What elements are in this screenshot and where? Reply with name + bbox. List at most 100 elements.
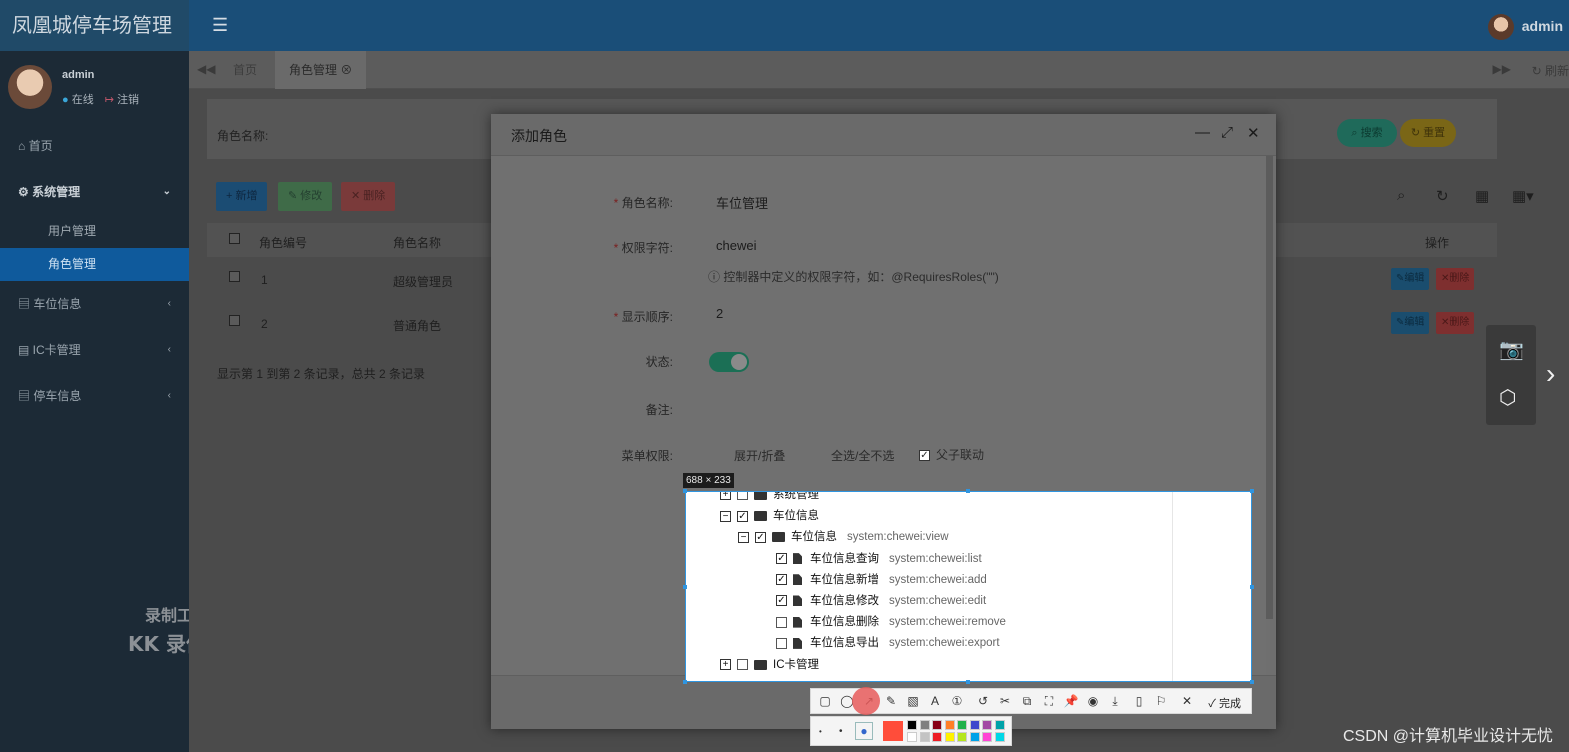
tree-checkbox[interactable]: ✓ [776,595,787,607]
sidebar-item-ic-cards[interactable]: ▤ IC卡管理 ‹ [0,327,189,373]
selection-handle[interactable] [1250,585,1254,589]
columns-icon[interactable]: ▦ [1475,187,1489,205]
menu-permission-tree[interactable]: + 系统管理 − ✓ 车位信息 − ✓ 车位信息 system:chewei:view ✓ 车位信息… [685,491,1252,682]
current-color-swatch[interactable] [883,721,903,741]
tree-node[interactable]: ✓ 车位信息新增 system:chewei:add [776,570,987,590]
linkage-option[interactable]: ✓ 父子联动 [919,446,984,463]
lens-icon[interactable]: ⬡ [1499,385,1516,410]
tree-checkbox[interactable]: ✓ [737,510,748,522]
tree-node[interactable]: − ✓ 车位信息 system:chewei:view [738,527,949,547]
linkage-checkbox[interactable]: ✓ [919,450,930,462]
dialog-scrollbar[interactable] [1266,156,1273,619]
record-icon[interactable]: ◉ [1085,694,1101,708]
camera-icon[interactable]: 📷 [1499,337,1524,362]
select-all-toggle[interactable]: 全选/全不选 [831,447,894,464]
tree-node[interactable]: 车位信息导出 system:chewei:export [776,633,1000,653]
color-swatch[interactable] [969,732,980,742]
menu-toggle-icon[interactable]: ☰ [212,15,228,36]
edit-button[interactable]: ✎ 修改 [278,182,333,211]
selection-handle[interactable] [683,585,687,589]
selection-handle[interactable] [683,489,687,493]
tree-checkbox[interactable] [737,492,748,501]
role-name-input[interactable]: 车位管理 [716,193,768,212]
tree-checkbox[interactable] [776,637,787,649]
reset-button[interactable]: ↻ 重置 [1400,119,1456,147]
sidebar-item-system[interactable]: ⚙ 系统管理 ⌄ [0,169,189,215]
tree-checkbox[interactable] [776,616,787,628]
color-swatch[interactable] [944,732,955,742]
collapse-icon[interactable]: − [738,531,749,543]
tree-node[interactable]: + IC卡管理 [720,655,819,675]
cut-icon[interactable]: ✂ [997,694,1013,708]
search-toggle-icon[interactable]: ⌕ [1397,187,1405,204]
mosaic-tool-icon[interactable]: ▧ [905,694,921,708]
tree-checkbox[interactable]: ✓ [776,574,787,586]
size-large-icon[interactable]: ● [855,722,873,740]
expand-collapse-toggle[interactable]: 展开/折叠 [734,447,785,464]
color-swatch[interactable] [919,732,930,742]
text-tool-icon[interactable]: A [927,694,943,708]
color-swatch[interactable] [957,732,967,742]
maximize-icon[interactable]: ⤢ [1221,124,1233,141]
download-icon[interactable]: ⤓ [1107,694,1123,709]
tree-node[interactable]: − ✓ 车位信息 [720,506,819,526]
pen-tool-icon[interactable]: ✎ [883,694,899,708]
search-button[interactable]: ⌕ 搜索 [1337,119,1397,147]
phone-icon[interactable]: ▯ [1131,694,1147,708]
color-swatch[interactable] [982,732,992,742]
number-tool-icon[interactable]: ① [949,694,965,708]
tree-node[interactable]: ✓ 车位信息修改 system:chewei:edit [776,591,986,611]
grid-menu-icon[interactable]: ▦▾ [1512,187,1534,205]
sidebar-item-home[interactable]: ⌂ 首页 [0,123,189,169]
pin-icon[interactable]: 📌 [1063,694,1079,708]
color-swatch[interactable] [994,732,1005,742]
chevron-right-icon[interactable]: › [1546,358,1555,390]
tree-checkbox[interactable]: ✓ [776,553,787,565]
expand-icon[interactable]: + [720,659,731,671]
add-button[interactable]: + 新增 [216,182,268,211]
tree-node[interactable]: ✓ 车位信息查询 system:chewei:list [776,549,982,569]
close-icon[interactable]: ✕ [1247,124,1260,142]
selection-handle[interactable] [966,489,970,493]
user-menu[interactable]: admin [1487,12,1569,41]
color-swatch[interactable] [919,720,930,730]
tree-checkbox[interactable] [737,659,748,671]
color-swatch[interactable] [932,732,942,742]
minimize-icon[interactable]: — [1195,124,1210,141]
collapse-icon[interactable]: − [720,510,731,522]
row-delete-button[interactable]: ✕删除 [1436,268,1475,290]
sidebar-item-users[interactable]: 用户管理 [0,215,189,248]
undo-icon[interactable]: ↺ [975,694,991,708]
sidebar-item-parking-records[interactable]: ▤ 停车信息 ‹ [0,373,189,419]
row-checkbox[interactable] [229,271,240,282]
row-edit-button[interactable]: ✎编辑 [1391,268,1430,290]
logout-icon[interactable]: ↦ [105,94,114,106]
color-swatch[interactable] [932,720,942,730]
row-checkbox[interactable] [229,315,240,326]
bookmark-icon[interactable]: ⚐ [1153,694,1169,708]
sidebar-item-parking-spaces[interactable]: ▤ 车位信息 ‹ [0,281,189,327]
color-swatch[interactable] [969,720,980,730]
select-all-checkbox[interactable] [229,233,240,244]
selection-handle[interactable] [966,680,970,684]
perm-key-input[interactable]: chewei [716,238,756,253]
selection-handle[interactable] [1250,680,1254,684]
rectangle-tool-icon[interactable]: ▢ [817,694,833,708]
cancel-capture-icon[interactable]: ✕ [1179,694,1195,708]
selection-handle[interactable] [683,680,687,684]
logout-link[interactable]: 注销 [117,94,139,106]
tree-checkbox[interactable]: ✓ [755,531,766,543]
expand-icon[interactable]: + [720,492,731,501]
color-swatch[interactable] [944,720,955,730]
tabs-refresh[interactable]: ↻ 刷新 [1532,62,1569,79]
status-toggle[interactable] [709,352,749,372]
close-icon[interactable]: ⊗ [340,63,352,77]
tab-roles[interactable]: 角色管理 ⊗ [275,51,367,89]
size-medium-icon[interactable]: • [839,726,843,737]
size-small-icon[interactable]: • [819,727,822,736]
selection-handle[interactable] [1250,489,1254,493]
row-delete-button[interactable]: ✕删除 [1436,312,1475,334]
color-swatch[interactable] [957,720,967,730]
color-swatch[interactable] [907,732,917,742]
tab-home[interactable]: 首页 [219,51,271,89]
